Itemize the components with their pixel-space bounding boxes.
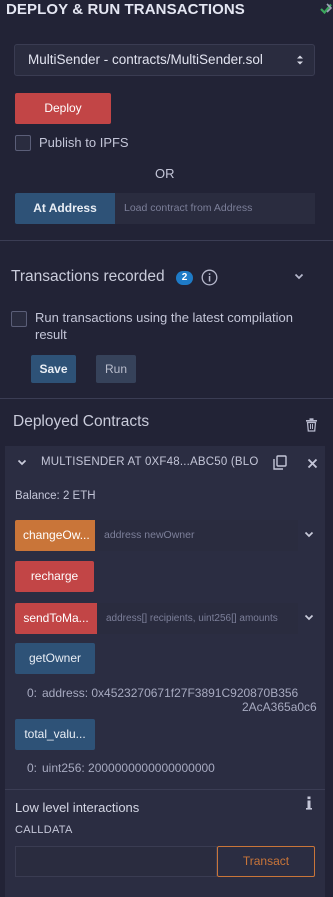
at-address-button[interactable]: At Address [15, 193, 115, 224]
save-button[interactable]: Save [31, 355, 76, 383]
divider [0, 240, 333, 241]
owner-result-line1: address: 0x4523270671f27F3891C920870B356 [42, 686, 299, 700]
chevron-down-icon[interactable] [304, 614, 314, 622]
chevron-down-icon[interactable] [304, 531, 314, 539]
copy-icon[interactable] [273, 455, 287, 470]
close-icon[interactable] [307, 458, 318, 469]
total-result-prefix: 0: [27, 761, 38, 775]
transactions-recorded-title: Transactions recorded [11, 268, 165, 285]
or-label: OR [155, 166, 175, 181]
calldata-label: CALLDATA [15, 824, 73, 836]
info-icon[interactable] [201, 269, 218, 286]
page-title: DEPLOY & RUN TRANSACTIONS [6, 1, 245, 18]
send-to-many-button[interactable]: sendToMa... [15, 603, 97, 634]
get-owner-button[interactable]: getOwner [15, 643, 95, 674]
select-arrows-icon [297, 55, 303, 65]
run-latest-label: Run transactions using the latest compil… [35, 310, 293, 342]
divider [0, 398, 333, 399]
run-button[interactable]: Run [96, 355, 136, 383]
calldata-input[interactable] [15, 846, 217, 877]
contract-select-value: MultiSender - contracts/MultiSender.sol [28, 52, 263, 67]
transactions-count-badge: 2 [176, 271, 193, 285]
chevron-down-icon[interactable] [294, 273, 304, 281]
divider [5, 789, 325, 790]
recharge-button[interactable]: recharge [15, 561, 94, 592]
run-latest-checkbox[interactable] [11, 311, 27, 327]
change-owner-input[interactable]: address newOwner [95, 520, 298, 551]
owner-result-prefix: 0: [27, 686, 38, 700]
low-level-title: Low level interactions [15, 800, 140, 815]
total-value-button[interactable]: total_valu... [15, 719, 95, 750]
transact-button[interactable]: Transact [217, 846, 315, 877]
owner-result-line2: 2AcA365a0c6 [242, 700, 317, 714]
change-owner-button[interactable]: changeOw... [15, 520, 95, 551]
chevron-right-icon[interactable] [325, 1, 333, 15]
publish-ipfs-checkbox[interactable] [15, 135, 31, 151]
send-to-many-input[interactable]: address[] recipients, uint256[] amounts [97, 603, 298, 634]
at-address-input[interactable]: Load contract from Address [115, 193, 315, 224]
chevron-down-icon[interactable] [17, 459, 27, 467]
deployed-contracts-title: Deployed Contracts [13, 413, 150, 430]
contract-select[interactable]: MultiSender - contracts/MultiSender.sol [14, 44, 315, 76]
total-result-value: uint256: 2000000000000000000 [42, 761, 215, 775]
info-icon[interactable] [305, 796, 313, 810]
instance-title: MULTISENDER AT 0XF48...ABC50 (BLOCKC [41, 456, 259, 468]
balance-label: Balance: 2 ETH [15, 490, 96, 502]
deploy-button[interactable]: Deploy [15, 93, 111, 124]
publish-ipfs-label: Publish to IPFS [39, 135, 129, 150]
trash-icon[interactable] [305, 418, 318, 432]
